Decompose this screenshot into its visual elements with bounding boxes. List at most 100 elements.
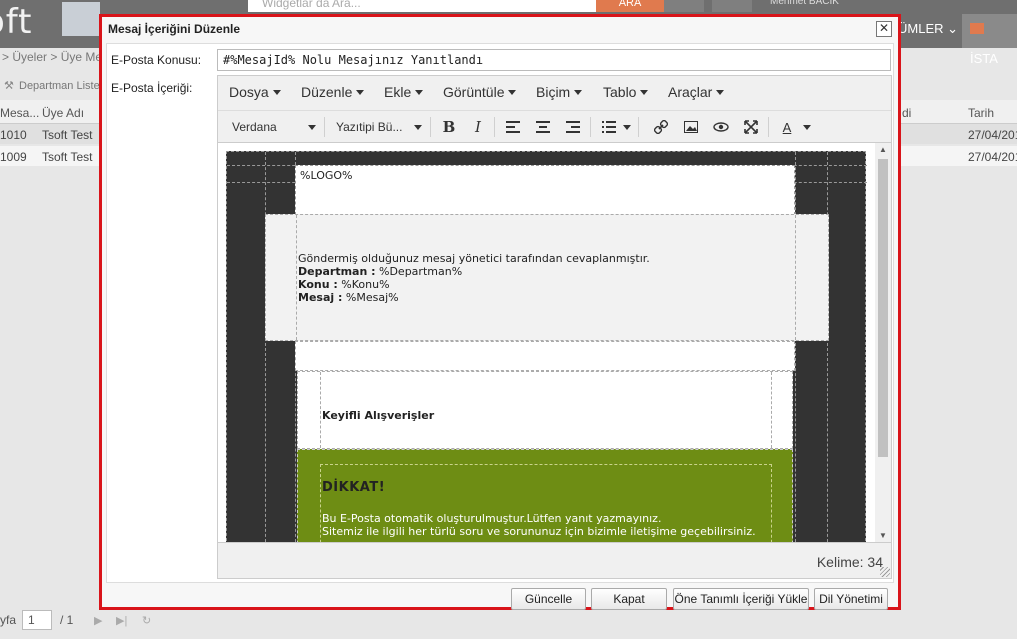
cell-id: 1010	[0, 128, 27, 142]
toolbar-divider	[590, 117, 591, 137]
content-label: E-Posta İçeriği:	[111, 81, 193, 95]
image-icon[interactable]	[680, 118, 702, 136]
update-button[interactable]: Güncelle	[511, 588, 586, 610]
italic-icon[interactable]: I	[467, 118, 489, 136]
dialog-title: Mesaj İçeriğini Düzenle	[108, 22, 241, 36]
menu-format[interactable]: Biçim	[536, 84, 583, 100]
text-color-icon[interactable]: A	[776, 118, 798, 136]
editor-scrollbar[interactable]: ▲ ▼	[875, 143, 891, 542]
close-button[interactable]: Kapat	[591, 588, 667, 610]
column-header-di[interactable]: di	[902, 106, 911, 120]
menu-insert[interactable]: Ekle	[384, 84, 424, 100]
department-list-label: Departman Liste	[19, 80, 100, 92]
word-count: Kelime: 34	[816, 554, 883, 570]
email-template: %LOGO% Göndermiş olduğunuz mesaj yönetic…	[226, 151, 867, 542]
department-value: %Departman%	[375, 265, 463, 278]
department-list-button[interactable]: ⚒ Departman Liste	[0, 76, 100, 96]
user-name[interactable]: Mehmet BACIK	[770, 0, 886, 12]
last-page-icon[interactable]: ▶|	[116, 614, 127, 627]
menu-file[interactable]: Dosya	[229, 84, 281, 100]
chevron-down-icon[interactable]	[620, 118, 634, 136]
email-spacer-cell	[295, 341, 795, 371]
cell-member: Tsoft Test	[42, 150, 93, 164]
font-family-select[interactable]: Verdana	[226, 117, 322, 137]
toolbar-divider	[430, 117, 431, 137]
caret-glyph	[623, 124, 631, 130]
editor-content-area[interactable]: %LOGO% Göndermiş olduğunuz mesaj yönetic…	[218, 142, 891, 542]
menu-edit-label: Düzenle	[301, 84, 353, 100]
chevron-down-icon[interactable]	[800, 118, 814, 136]
subject-input[interactable]	[217, 49, 891, 71]
editor-menubar: Dosya Düzenle Ekle Görüntüle Biçim Tablo…	[218, 76, 891, 110]
bullet-list-icon[interactable]	[598, 118, 620, 136]
warning-title: DİKKAT!	[322, 480, 386, 495]
chevron-down-icon: ⌄	[947, 21, 959, 36]
nav-istatistik[interactable]: İSTA	[962, 14, 1017, 66]
pager-total: / 1	[60, 613, 74, 627]
menu-view-label: Görüntüle	[443, 84, 505, 100]
editor-toolbar: Verdana Yazıtipi Bü... B I A	[218, 110, 891, 142]
column-header-message[interactable]: Mesa...	[0, 106, 39, 120]
align-center-icon[interactable]	[532, 118, 554, 136]
email-line-1: Göndermiş olduğunuz mesaj yönetici taraf…	[298, 252, 650, 265]
menu-insert-label: Ekle	[384, 84, 412, 100]
resize-handle-icon[interactable]	[880, 567, 890, 577]
pager: yfa 1 / 1 ▶ ▶| ↻	[0, 610, 1017, 632]
column-header-member[interactable]: Üye Adı	[42, 106, 84, 120]
breadcrumb[interactable]: > Üyeler > Üye Mesa	[0, 50, 115, 68]
nav-urunler[interactable]: ÜMLER ⌄	[898, 14, 958, 48]
page-number-input[interactable]: 1	[22, 610, 52, 630]
link-icon[interactable]	[650, 118, 672, 136]
closing-text: Keyifli Alışverişler	[322, 409, 435, 422]
search-button[interactable]: ARA	[596, 0, 664, 12]
chevron-down-icon	[640, 90, 649, 95]
email-message-cell: Göndermiş olduğunuz mesaj yönetici taraf…	[265, 214, 829, 341]
close-icon[interactable]: ✕	[876, 21, 892, 37]
notification-icon[interactable]	[712, 0, 752, 12]
load-default-content-button[interactable]: Öne Tanımlı İçeriği Yükle	[673, 588, 809, 610]
wrench-icon: ⚒	[4, 80, 14, 92]
rich-text-editor: Dosya Düzenle Ekle Görüntüle Biçim Tablo…	[217, 75, 892, 579]
language-management-button[interactable]: Dil Yönetimi	[814, 588, 888, 610]
toolbar-divider	[324, 117, 325, 137]
stats-icon	[970, 23, 984, 34]
column-header-date[interactable]: Tarih	[968, 106, 994, 120]
bold-icon[interactable]: B	[438, 118, 460, 136]
scroll-thumb[interactable]	[878, 159, 888, 457]
grid-guide	[827, 152, 828, 542]
email-message-text: Göndermiş olduğunuz mesaj yönetici taraf…	[298, 252, 768, 304]
chevron-down-icon	[508, 90, 517, 95]
scroll-up-icon[interactable]: ▲	[875, 143, 891, 157]
toolbar-divider	[768, 117, 769, 137]
editor-statusbar: Kelime: 34	[218, 542, 891, 578]
subject-field-label: Konu :	[298, 278, 338, 291]
edit-message-dialog: Mesaj İçeriğini Düzenle ✕ E-Posta Konusu…	[99, 14, 901, 610]
align-left-icon[interactable]	[502, 118, 524, 136]
menu-view[interactable]: Görüntüle	[443, 84, 517, 100]
menu-format-label: Biçim	[536, 84, 571, 100]
app-logo[interactable]: oft	[0, 0, 110, 48]
menu-table[interactable]: Tablo	[603, 84, 649, 100]
next-page-icon[interactable]: ▶	[94, 614, 102, 627]
grid-guide	[265, 152, 266, 542]
toolbar-divider	[638, 117, 639, 137]
logo-text: oft	[0, 2, 33, 42]
scroll-down-icon[interactable]: ▼	[875, 529, 891, 542]
chat-icon[interactable]	[664, 0, 704, 12]
fullscreen-icon[interactable]	[740, 118, 762, 136]
chevron-down-icon	[356, 90, 365, 95]
email-line-subject: Konu : %Konu%	[298, 278, 768, 291]
align-right-icon[interactable]	[562, 118, 584, 136]
menu-tools[interactable]: Araçlar	[668, 84, 725, 100]
nav-ist-label: İSTA	[970, 51, 998, 66]
chevron-down-icon	[308, 125, 316, 130]
preview-eye-icon[interactable]	[710, 118, 732, 136]
dialog-body: E-Posta Konusu: E-Posta İçeriği: Dosya D…	[106, 43, 894, 583]
font-size-select[interactable]: Yazıtipi Bü...	[330, 117, 426, 137]
widget-search-input[interactable]: Widgetlar da Ara...	[248, 0, 596, 12]
refresh-icon[interactable]: ↻	[142, 614, 151, 627]
chevron-down-icon	[716, 90, 725, 95]
email-line-message: Mesaj : %Mesaj%	[298, 291, 768, 304]
menu-edit[interactable]: Düzenle	[301, 84, 365, 100]
logo-placeholder: %LOGO%	[300, 169, 353, 182]
